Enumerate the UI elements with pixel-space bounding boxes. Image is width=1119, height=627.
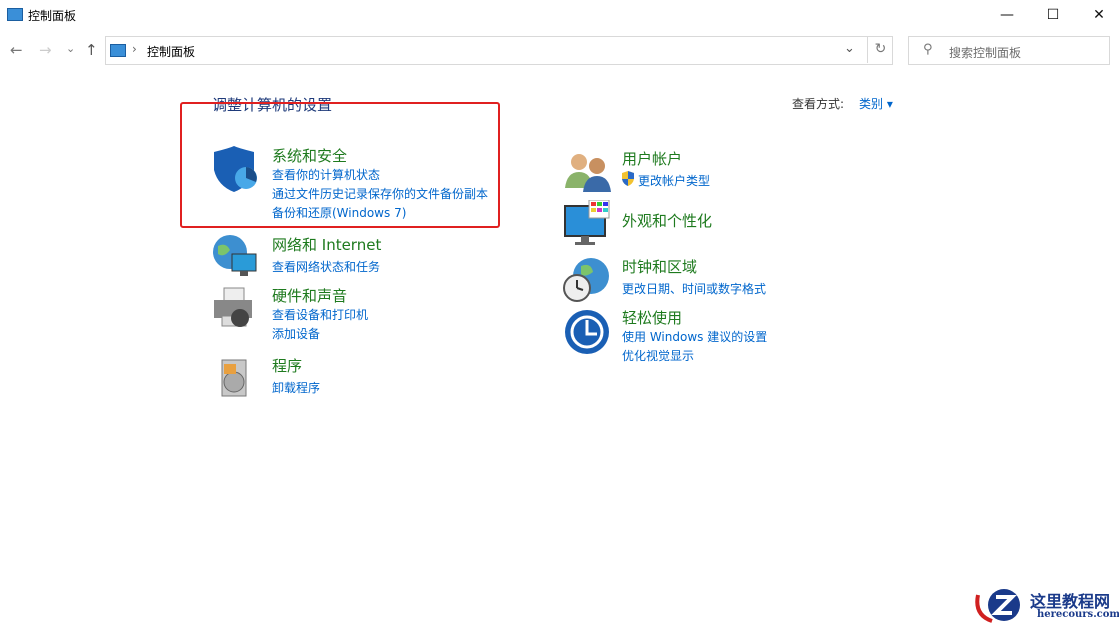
link-recommended-settings[interactable]: 使用 Windows 建议的设置 <box>622 328 767 345</box>
address-dropdown-button[interactable]: ⌄ <box>844 41 855 56</box>
search-box[interactable]: ⚲ 搜索控制面板 <box>908 36 1110 65</box>
category-programs[interactable]: 程序 <box>272 355 302 376</box>
close-button[interactable]: ✕ <box>1076 0 1119 30</box>
category-clock-region[interactable]: 时钟和区域 <box>622 256 697 277</box>
category-ease-of-access[interactable]: 轻松使用 <box>622 307 682 328</box>
category-user-accounts[interactable]: 用户帐户 <box>622 148 682 169</box>
category-network-internet[interactable]: 网络和 Internet <box>272 234 381 255</box>
link-change-date-time[interactable]: 更改日期、时间或数字格式 <box>622 280 766 297</box>
category-hardware-sound[interactable]: 硬件和声音 <box>272 285 347 306</box>
category-appearance-personalization[interactable]: 外观和个性化 <box>622 210 712 231</box>
search-placeholder: 搜索控制面板 <box>949 46 1022 60</box>
clock-globe-icon <box>563 258 609 302</box>
minimize-button[interactable]: — <box>984 0 1030 30</box>
link-network-status[interactable]: 查看网络状态和任务 <box>272 258 380 275</box>
window-title: 控制面板 <box>28 9 77 23</box>
recent-locations-button[interactable]: ⌄ <box>66 42 75 55</box>
back-button[interactable]: ← <box>10 41 23 59</box>
appearance-monitor-icon <box>564 200 610 245</box>
search-icon: ⚲ <box>923 42 933 57</box>
breadcrumb-separator: › <box>132 42 137 56</box>
printer-icon <box>214 287 252 327</box>
link-devices-printers[interactable]: 查看设备和打印机 <box>272 306 368 323</box>
view-by-dropdown[interactable]: 类别 ▾ <box>859 95 893 112</box>
maximize-button[interactable]: ☐ <box>1030 0 1076 30</box>
user-accounts-icon <box>565 154 611 192</box>
ease-of-access-icon <box>565 310 609 354</box>
watermark-logo-icon <box>975 589 1020 623</box>
watermark-url: herecours.com <box>1037 609 1119 620</box>
programs-icon <box>221 359 247 397</box>
network-globe-icon <box>213 235 257 276</box>
view-by-label: 查看方式: <box>792 97 845 111</box>
link-uninstall-program[interactable]: 卸载程序 <box>272 379 320 396</box>
refresh-button[interactable]: ↻ <box>867 36 893 63</box>
forward-button[interactable]: → <box>39 41 52 59</box>
link-change-account-type[interactable]: 更改帐户类型 <box>638 172 710 189</box>
app-icon <box>7 8 23 21</box>
up-button[interactable]: ↑ <box>85 41 98 59</box>
link-add-device[interactable]: 添加设备 <box>272 325 320 342</box>
breadcrumb-control-panel[interactable]: 控制面板 <box>147 43 195 60</box>
uac-shield-icon <box>622 171 634 186</box>
address-bar[interactable]: › 控制面板 ⌄ ↻ <box>105 36 893 65</box>
link-optimize-visual-display[interactable]: 优化视觉显示 <box>622 347 694 364</box>
control-panel-icon <box>110 44 126 57</box>
highlight-box <box>180 102 500 228</box>
